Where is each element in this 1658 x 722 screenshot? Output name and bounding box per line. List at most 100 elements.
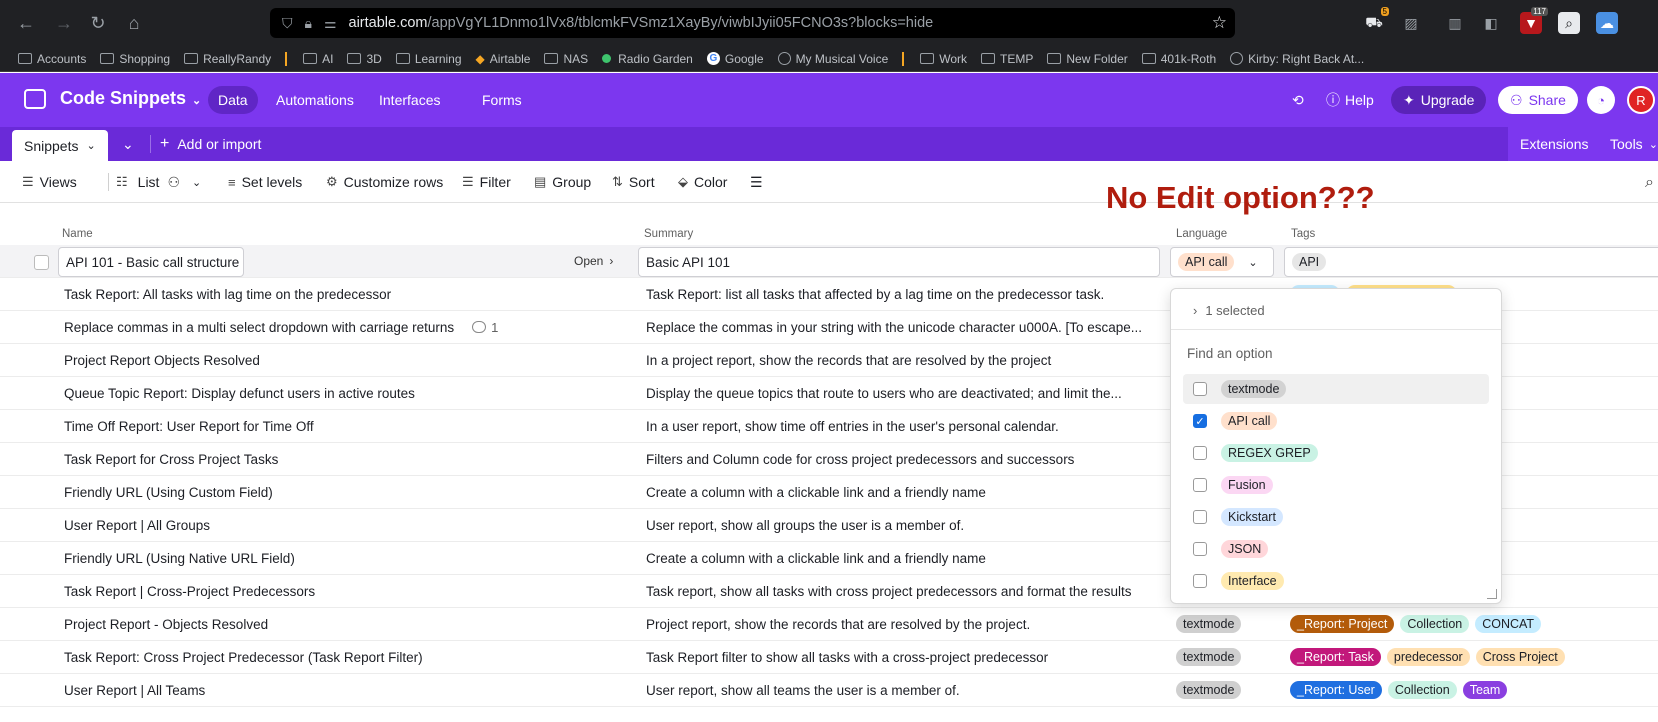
row-summary[interactable]: In a user report, show time off entries …	[646, 410, 1166, 442]
row-name[interactable]: Replace commas in a multi select dropdow…	[64, 311, 624, 343]
column-header-summary[interactable]: Summary	[644, 228, 693, 240]
checkbox-icon[interactable]	[1193, 510, 1207, 524]
checkbox-checked-icon[interactable]: ✓	[1193, 414, 1207, 428]
tags-field[interactable]: API	[1284, 247, 1658, 277]
row-summary[interactable]: Filters and Column code for cross projec…	[646, 443, 1166, 475]
sidebar-icon[interactable]: ◧	[1480, 12, 1502, 34]
filter-button[interactable]: ☰ Filter	[462, 161, 511, 203]
row-summary[interactable]: Task Report: list all tasks that affecte…	[646, 278, 1166, 310]
row-summary[interactable]: Display the queue topics that route to u…	[646, 377, 1166, 409]
bookmark-kirby[interactable]: Kirby: Right Back At...	[1230, 52, 1364, 66]
row-name[interactable]: Queue Topic Report: Display defunct user…	[64, 377, 624, 409]
row-name[interactable]: Task Report | Cross-Project Predecessors	[64, 575, 624, 607]
view-switcher[interactable]: ☷ List ⚇ ⌄	[116, 161, 201, 203]
tab-automations[interactable]: Automations	[266, 86, 364, 114]
bookmark-learning[interactable]: Learning	[395, 52, 462, 66]
column-header-tags[interactable]: Tags	[1291, 228, 1315, 240]
bookmark-reallyrandy[interactable]: ReallyRandy	[184, 52, 271, 66]
bookmark-nas[interactable]: NAS	[544, 52, 588, 66]
resize-handle[interactable]	[1487, 589, 1497, 599]
forward-icon[interactable]: →	[52, 11, 76, 35]
ublock-icon[interactable]: ▼ 117	[1520, 7, 1548, 34]
row-summary[interactable]: User report, show all teams the user is …	[646, 674, 1166, 706]
row-tags[interactable]: _Report: Task predecessor Cross Project	[1290, 641, 1658, 673]
bookmark-shopping[interactable]: Shopping	[100, 52, 170, 66]
avatar[interactable]: R	[1627, 86, 1655, 114]
search-icon[interactable]: ⌕	[1645, 174, 1654, 192]
group-button[interactable]: ▤ Group	[534, 161, 591, 203]
sort-button[interactable]: ⇅ Sort	[612, 161, 655, 203]
checkbox-icon[interactable]	[1193, 446, 1207, 460]
row-name[interactable]: Task Report: All tasks with lag time on …	[64, 278, 624, 310]
tab-forms[interactable]: Forms	[472, 86, 532, 114]
row-checkbox[interactable]	[34, 255, 49, 270]
bookmark-work[interactable]: Work	[920, 52, 967, 66]
back-icon[interactable]: ←	[14, 11, 38, 35]
row-summary[interactable]: Project report, show the records that ar…	[646, 608, 1166, 640]
bookmark-401k-roth[interactable]: 401k-Roth	[1141, 52, 1216, 66]
views-button[interactable]: ☰ Views	[22, 161, 77, 203]
address-bar[interactable]: ⛉ 🔒︎ ⚌ airtable.com/appVgYL1Dnmo1lVx8/tb…	[270, 8, 1235, 38]
column-header-name[interactable]: Name	[62, 228, 93, 240]
row-language[interactable]: textmode	[1176, 608, 1276, 640]
row-tags[interactable]: _Report: User Collection Team	[1290, 674, 1658, 706]
tab-data[interactable]: Data	[208, 86, 258, 114]
tab-interfaces[interactable]: Interfaces	[369, 86, 450, 114]
help-button[interactable]: ⓘ Help	[1326, 86, 1374, 114]
row-name[interactable]: Project Report - Objects Resolved	[64, 608, 624, 640]
row-name[interactable]: Task Report: Cross Project Predecessor (…	[64, 641, 624, 673]
tools-button[interactable]: Tools ⌄	[1598, 127, 1658, 161]
reload-icon[interactable]: ↻	[86, 11, 110, 35]
dropdown-option[interactable]: ✓ API call	[1183, 406, 1489, 436]
row-height-icon[interactable]: ☰	[750, 161, 763, 203]
dropdown-option[interactable]: Kickstart	[1183, 502, 1489, 532]
checkbox-icon[interactable]	[1193, 382, 1207, 396]
dropdown-option[interactable]: JSON	[1183, 534, 1489, 564]
row-name[interactable]: Time Off Report: User Report for Time Of…	[64, 410, 624, 442]
bookmark-radio-garden[interactable]: Radio Garden	[602, 52, 693, 66]
row-summary[interactable]: Task report, show all tasks with cross p…	[646, 575, 1166, 607]
row-name[interactable]: User Report | All Teams	[64, 674, 624, 706]
row-name[interactable]: User Report | All Groups	[64, 509, 624, 541]
home-icon[interactable]: ⌂	[122, 11, 146, 35]
library-icon[interactable]: ▥	[1444, 12, 1466, 34]
table-row[interactable]: User Report | All Teams User report, show…	[0, 674, 1658, 707]
share-button[interactable]: ⚇ Share	[1498, 86, 1578, 114]
picture-in-picture-icon[interactable]: ▨	[1400, 12, 1422, 34]
row-summary[interactable]: Create a column with a clickable link an…	[646, 476, 1166, 508]
row-summary[interactable]: Replace the commas in your string with t…	[646, 311, 1166, 343]
bookmark-google[interactable]: G Google	[706, 52, 764, 66]
row-language[interactable]: textmode	[1176, 674, 1276, 706]
checkbox-icon[interactable]	[1193, 574, 1207, 588]
cloud-extension-icon[interactable]: ☁	[1596, 12, 1618, 34]
selected-toggle[interactable]: › 1 selected	[1193, 303, 1265, 318]
checkbox-icon[interactable]	[1193, 542, 1207, 556]
dropdown-option[interactable]: Interface	[1183, 566, 1489, 596]
row-summary[interactable]: Create a column with a clickable link an…	[646, 542, 1166, 574]
table-list-chevron-icon[interactable]: ⌄	[122, 127, 134, 161]
summary-field[interactable]: Basic API 101	[638, 247, 1160, 277]
dropdown-option[interactable]: textmode	[1183, 374, 1489, 404]
open-record-button[interactable]: Open ›	[574, 254, 613, 268]
bookmark-3d[interactable]: 3D	[347, 52, 382, 66]
search-extension-icon[interactable]: ⌕	[1558, 12, 1580, 34]
dropdown-option[interactable]: Fusion	[1183, 470, 1489, 500]
row-summary[interactable]: User report, show all groups the user is…	[646, 509, 1166, 541]
notifications-icon[interactable]: ◔	[1587, 86, 1615, 114]
row-name[interactable]: Project Report Objects Resolved	[64, 344, 624, 376]
bookmark-temp[interactable]: TEMP	[981, 52, 1033, 66]
bookmark-accounts[interactable]: Accounts	[18, 52, 86, 66]
bookmark-ai[interactable]: AI	[303, 52, 333, 66]
option-search-input[interactable]	[1187, 346, 1467, 361]
row-summary[interactable]: In a project report, show the records th…	[646, 344, 1166, 376]
language-field[interactable]: API call ⌄	[1170, 247, 1274, 277]
base-title[interactable]: Code Snippets ⌄	[60, 88, 201, 109]
table-tab-snippets[interactable]: Snippets ⌄	[12, 130, 108, 161]
row-name[interactable]: Friendly URL (Using Custom Field)	[64, 476, 624, 508]
color-button[interactable]: ⬙ Color	[678, 161, 727, 203]
column-header-language[interactable]: Language	[1176, 228, 1227, 240]
bookmark-airtable[interactable]: ◆ Airtable	[476, 52, 531, 66]
extension-icon[interactable]: ⛟ 5	[1363, 7, 1389, 34]
row-language[interactable]: textmode	[1176, 641, 1276, 673]
add-or-import-button[interactable]: + Add or import	[160, 127, 261, 161]
